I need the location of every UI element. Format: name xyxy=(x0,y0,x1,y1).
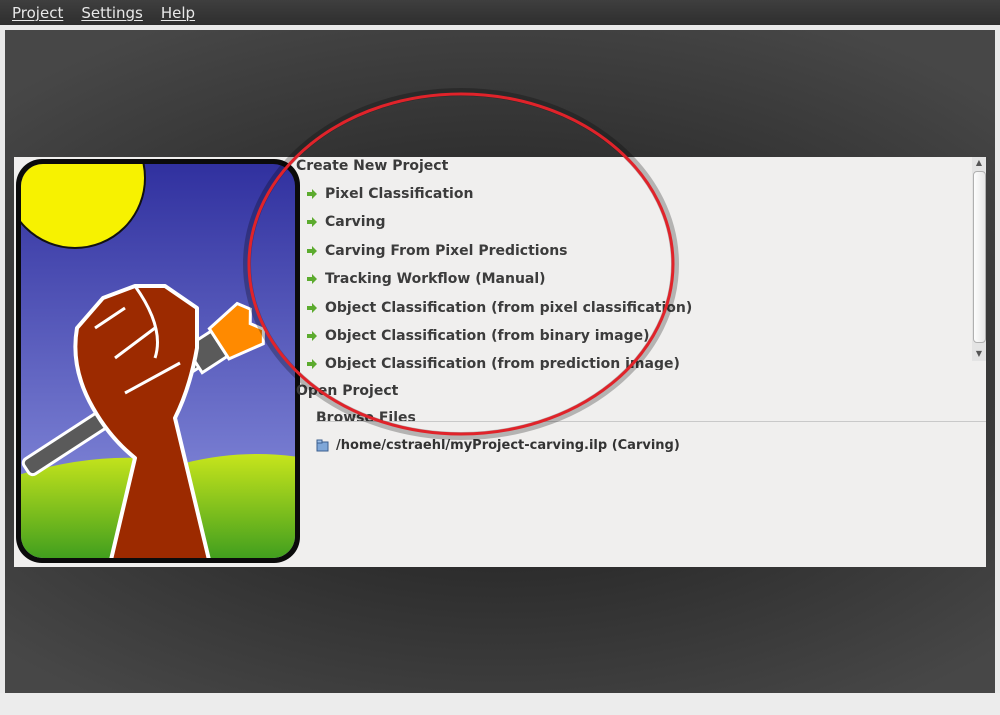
vertical-scrollbar[interactable]: ▲ ▼ xyxy=(972,157,986,361)
menu-project[interactable]: Project xyxy=(12,4,63,22)
menu-settings[interactable]: Settings xyxy=(81,4,143,22)
project-file-icon xyxy=(316,439,329,451)
status-bar xyxy=(0,693,1000,715)
menu-help[interactable]: Help xyxy=(161,4,195,22)
scroll-thumb[interactable] xyxy=(973,171,986,343)
magnifier-highlight xyxy=(243,88,679,440)
scroll-down-icon[interactable]: ▼ xyxy=(974,349,984,359)
menu-bar: Project Settings Help xyxy=(0,0,1000,25)
scroll-up-icon[interactable]: ▲ xyxy=(974,158,984,168)
